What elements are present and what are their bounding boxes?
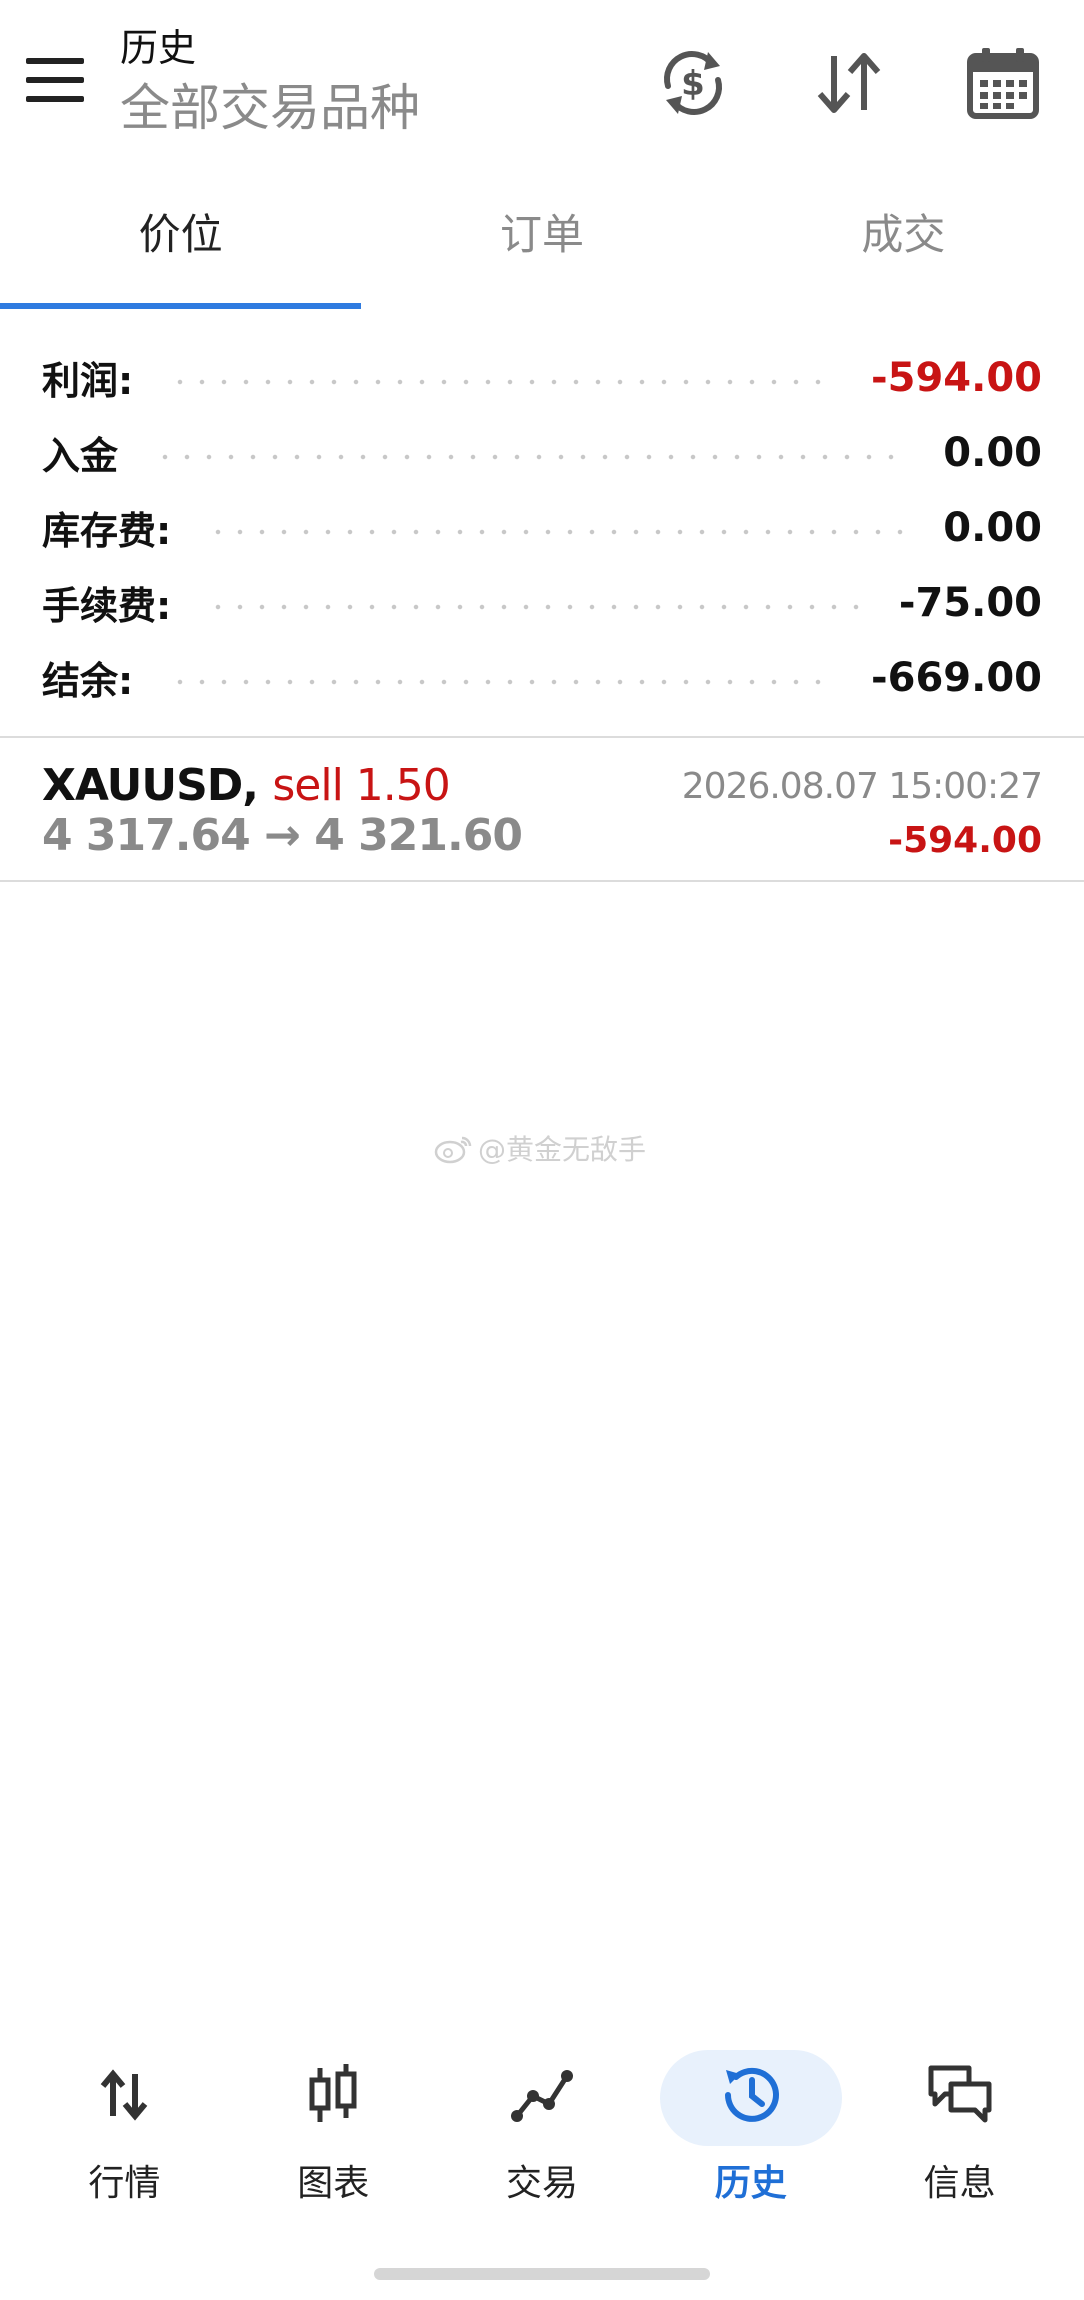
nav-trade[interactable]: 交易: [438, 2030, 647, 2210]
profit-value: -594.00: [871, 354, 1042, 401]
dotted-leader: [154, 453, 908, 460]
balance-value: -669.00: [871, 654, 1042, 701]
nav-label: 交易: [505, 2163, 578, 2204]
nav-messages[interactable]: 信息: [855, 2030, 1064, 2210]
tab-positions[interactable]: 价位: [0, 175, 361, 310]
summary-panel: 利润: -594.00 入金 0.00 库存费: 0.00 手续费: -75.0…: [0, 340, 1084, 715]
deal-symbol: XAUUSD, sell 1.50: [42, 760, 451, 811]
dotted-leader: [207, 528, 908, 535]
deposit-label: 入金: [42, 434, 119, 478]
profit-label: 利润:: [42, 359, 134, 403]
deal-profit: -594.00: [888, 820, 1042, 861]
app-header: 历史 全部交易品种 $: [0, 0, 1084, 170]
nav-quotes[interactable]: 行情: [20, 2030, 229, 2210]
bottom-navigation: 行情 图表 交易 历史 信息: [0, 2030, 1084, 2210]
svg-text:$: $: [681, 64, 705, 104]
list-item[interactable]: XAUUSD, sell 1.50 4 317.64 → 4 321.60 20…: [0, 740, 1084, 880]
history-icon: [716, 2060, 786, 2130]
divider: [0, 880, 1084, 882]
summary-row-commission: 手续费: -75.00: [0, 565, 1084, 640]
sort-icon[interactable]: [812, 46, 886, 120]
watermark-text: @黄金无敌手: [478, 1133, 647, 1166]
nav-history[interactable]: 历史: [646, 2030, 855, 2210]
dotted-leader: [207, 603, 863, 610]
dotted-leader: [169, 678, 836, 685]
deal-prices: 4 317.64 → 4 321.60: [42, 810, 523, 861]
quotes-icon: [89, 2060, 159, 2130]
active-tab-indicator: [0, 303, 361, 309]
messages-icon: [925, 2060, 995, 2130]
deal-side: sell 1.50: [272, 760, 450, 811]
swap-value: 0.00: [943, 504, 1042, 551]
nav-label: 信息: [923, 2163, 996, 2204]
summary-row-balance: 结余: -669.00: [0, 640, 1084, 715]
home-indicator[interactable]: [374, 2268, 710, 2280]
tab-deals[interactable]: 成交: [723, 175, 1084, 310]
nav-label: 行情: [88, 2163, 161, 2204]
summary-row-swap: 库存费: 0.00: [0, 490, 1084, 565]
tab-orders[interactable]: 订单: [361, 175, 722, 310]
nav-label: 历史: [714, 2163, 787, 2204]
deposit-value: 0.00: [943, 429, 1042, 476]
currency-refresh-icon[interactable]: $: [656, 46, 730, 120]
calendar-icon[interactable]: [966, 46, 1040, 120]
deal-time: 2026.08.07 15:00:27: [681, 766, 1043, 807]
history-screen: 历史 全部交易品种 $ 价位 订单 成交 利润: -594.00 入金 0.00…: [0, 0, 1084, 2300]
nav-chart[interactable]: 图表: [229, 2030, 438, 2210]
symbol-filter[interactable]: 全部交易品种: [120, 78, 420, 138]
chart-icon: [298, 2060, 368, 2130]
weibo-icon: [434, 1136, 472, 1164]
nav-label: 图表: [297, 2163, 370, 2204]
symbol-text: XAUUSD,: [42, 760, 259, 811]
divider: [0, 736, 1084, 738]
summary-row-deposit: 入金 0.00: [0, 415, 1084, 490]
history-tabs: 价位 订单 成交: [0, 175, 1084, 310]
watermark: @黄金无敌手: [434, 1128, 646, 1168]
menu-icon[interactable]: [26, 58, 88, 102]
balance-label: 结余:: [42, 659, 134, 703]
summary-row-profit: 利润: -594.00: [0, 340, 1084, 415]
commission-label: 手续费:: [42, 584, 172, 628]
dotted-leader: [169, 378, 836, 385]
swap-label: 库存费:: [42, 509, 172, 553]
page-title: 历史: [120, 26, 197, 70]
commission-value: -75.00: [898, 579, 1042, 626]
trade-icon: [507, 2060, 577, 2130]
